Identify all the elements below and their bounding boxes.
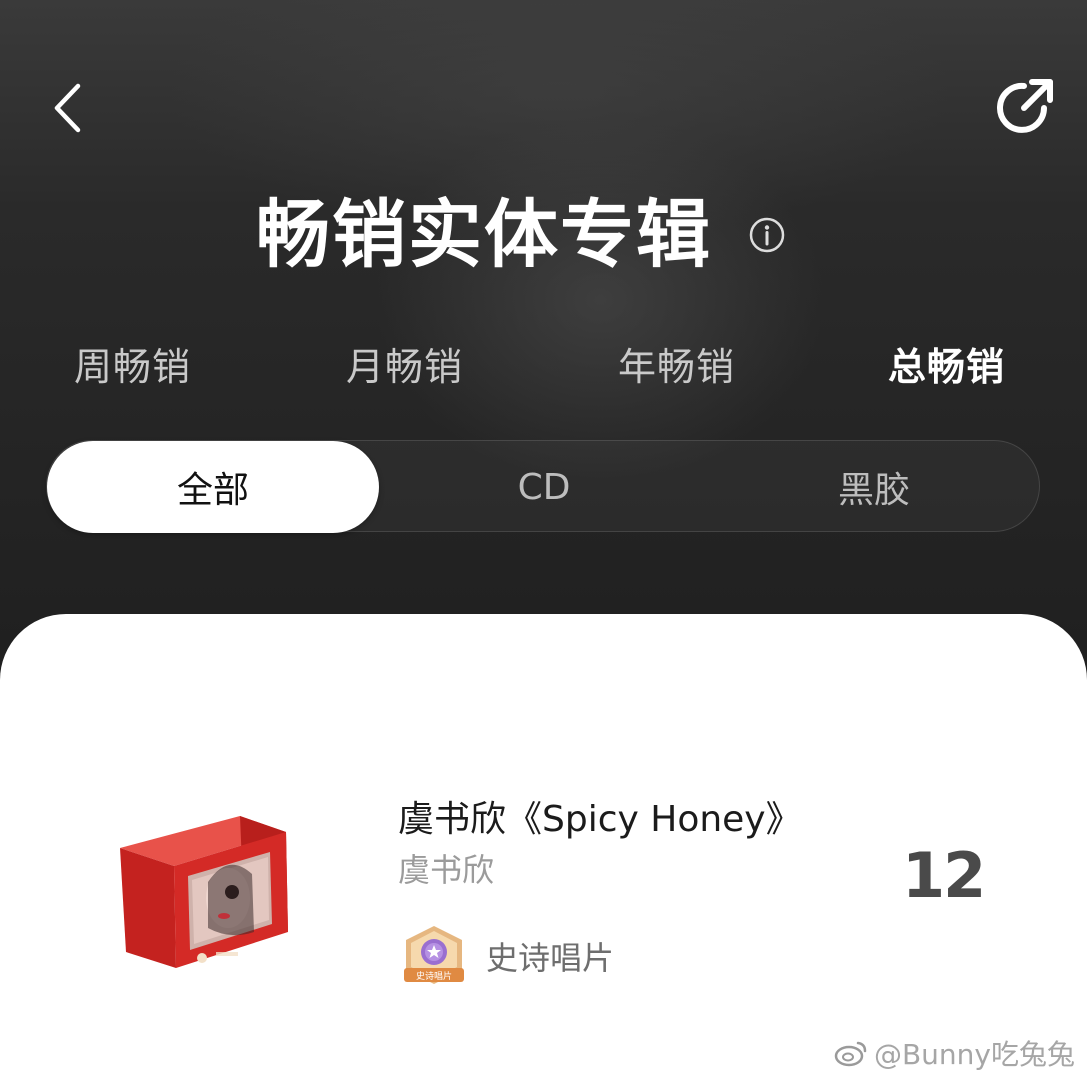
album-artist[interactable]: 虞书欣 xyxy=(398,848,494,892)
epic-record-badge-icon: 史诗唱片 xyxy=(404,926,464,984)
filter-cd[interactable]: CD xyxy=(379,441,709,533)
share-arrow-icon xyxy=(997,79,1053,133)
sales-rank: 12 xyxy=(902,839,986,912)
chevron-left-icon xyxy=(54,83,81,133)
format-filter: 全部 CD 黑胶 xyxy=(46,440,1040,533)
tab-weekly[interactable]: 周畅销 xyxy=(74,342,191,392)
tab-all-time[interactable]: 总畅销 xyxy=(888,342,1005,392)
filter-vinyl[interactable]: 黑胶 xyxy=(709,441,1039,533)
album-title[interactable]: 虞书欣《Spicy Honey》 xyxy=(398,796,802,844)
filter-all[interactable]: 全部 xyxy=(47,441,379,533)
share-button[interactable] xyxy=(994,74,1058,138)
back-button[interactable] xyxy=(44,80,90,136)
album-cover[interactable] xyxy=(112,812,292,972)
page-title: 畅销实体专辑 xyxy=(256,192,712,278)
watermark: @Bunny吃兔兔 xyxy=(834,1034,1075,1072)
title-row: 畅销实体专辑 xyxy=(0,190,1087,280)
tab-monthly[interactable]: 月畅销 xyxy=(346,342,463,392)
tab-yearly[interactable]: 年畅销 xyxy=(618,342,735,392)
weibo-logo-icon xyxy=(834,1041,867,1067)
badge-icon-text: 史诗唱片 xyxy=(416,970,452,982)
badge-label: 史诗唱片 xyxy=(486,939,615,977)
watermark-text: @Bunny吃兔兔 xyxy=(873,1038,1075,1071)
info-circle-icon[interactable] xyxy=(748,216,786,254)
